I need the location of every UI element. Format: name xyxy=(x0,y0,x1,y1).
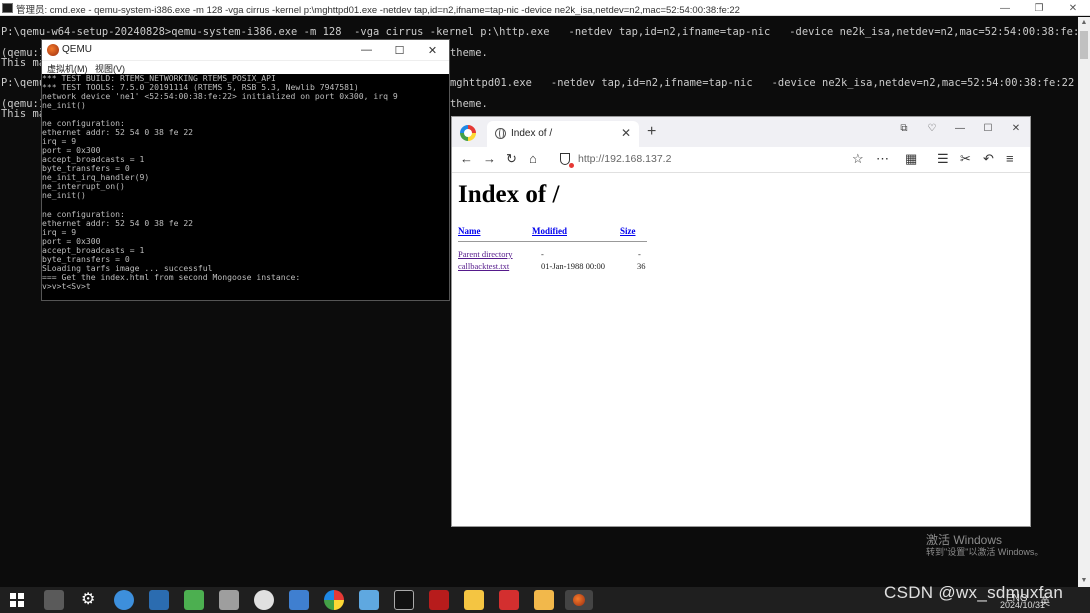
browser-tabbar: Index of / ✕ + ⧉ ♡ — ☐ ✕ xyxy=(452,117,1030,147)
browser-logo-icon[interactable] xyxy=(460,125,476,141)
row-modified: 01-Jan-1988 00:00 xyxy=(541,261,605,271)
undo-icon[interactable]: ↶ xyxy=(983,151,994,167)
cmd-line: P:\qemu-w64-setup-20240828>qemu-system-i… xyxy=(1,26,1090,38)
activation-watermark-subtitle: 转到"设置"以激活 Windows。 xyxy=(926,547,1044,557)
column-size-header[interactable]: Size xyxy=(620,226,636,236)
browser-taskbar-icon[interactable] xyxy=(324,590,344,610)
tab-label: Index of / xyxy=(511,128,553,139)
chat-app-icon[interactable] xyxy=(219,590,239,610)
forward-icon[interactable]: → xyxy=(483,151,496,167)
tab-index[interactable]: Index of / ✕ xyxy=(487,121,639,147)
qemu-taskbar-icon[interactable] xyxy=(565,590,593,610)
editor-app-icon[interactable] xyxy=(184,590,204,610)
cmd-line: P:\qemu xyxy=(1,77,46,89)
yellow-app-icon[interactable] xyxy=(464,590,484,610)
browser-toolbar: ← → ↻ ⌂ http://192.168.137.2 ☆ ⋯ ▦ ☰ ✂ ↶… xyxy=(452,147,1030,173)
browser-minimize-button[interactable]: — xyxy=(946,117,974,139)
console-line: network device 'ne1' <52:54:00:38:fe:22>… xyxy=(42,91,398,101)
tab-count-icon[interactable]: ⧉ xyxy=(890,117,918,139)
cmd-line: This ma xyxy=(1,108,46,120)
home-icon[interactable]: ⌂ xyxy=(529,151,537,167)
bookmark-star-icon[interactable]: ☆ xyxy=(852,151,864,167)
row-modified: - xyxy=(541,249,544,259)
minimize-button[interactable]: — xyxy=(988,0,1022,16)
folder-icon[interactable] xyxy=(534,590,554,610)
console-line: ne_init() xyxy=(42,190,86,200)
page-content: Index of / Name Modified Size Parent dir… xyxy=(452,174,1030,526)
header-divider xyxy=(458,241,647,242)
insecure-shield-icon[interactable] xyxy=(560,153,574,168)
start-windows-icon[interactable] xyxy=(10,593,24,607)
console-line: v>v>t<Sv>t xyxy=(42,281,91,291)
row-size: 36 xyxy=(637,261,646,271)
scroll-up-icon[interactable]: ▲ xyxy=(1078,17,1090,29)
mail-app-icon[interactable] xyxy=(359,590,379,610)
qemu-screen[interactable]: *** TEST BUILD: RTEMS_NETWORKING RTEMS_P… xyxy=(42,74,449,300)
globe-icon xyxy=(495,128,506,139)
qemu-logo-icon xyxy=(47,44,59,56)
extensions-grid-icon[interactable]: ▦ xyxy=(905,151,917,167)
settings-gear-icon[interactable]: ⚙ xyxy=(79,590,99,610)
qemu-menubar: 虚拟机(M) 视图(V) xyxy=(42,60,449,74)
cmd-line-fragment: mghttpd01.exe -netdev tap,id=n2,ifname=t… xyxy=(450,77,1075,89)
new-tab-button[interactable]: + xyxy=(647,123,656,141)
cmd-line-fragment: theme. xyxy=(450,47,488,59)
reload-icon[interactable]: ↻ xyxy=(506,151,517,167)
media-app-icon[interactable] xyxy=(254,590,274,610)
qemu-window[interactable]: QEMU — ☐ ✕ 虚拟机(M) 视图(V) *** TEST BUILD: … xyxy=(41,39,450,301)
maximize-button[interactable]: ❐ xyxy=(1022,0,1056,16)
cmd-line-fragment: theme. xyxy=(450,98,488,110)
column-name-header[interactable]: Name xyxy=(458,226,481,236)
qemu-close-button[interactable]: ✕ xyxy=(416,40,449,60)
browser-window[interactable]: Index of / ✕ + ⧉ ♡ — ☐ ✕ ← → ↻ ⌂ http://… xyxy=(451,116,1031,527)
browser-maximize-button[interactable]: ☐ xyxy=(974,117,1002,139)
shirt-icon[interactable]: ♡ xyxy=(918,117,946,139)
cmd-icon xyxy=(2,3,13,13)
parent-directory-link[interactable]: Parent directory xyxy=(458,249,513,259)
browser-close-button[interactable]: ✕ xyxy=(1002,117,1030,139)
menu-icon[interactable]: ≡ xyxy=(1006,151,1014,167)
browser-app-icon[interactable] xyxy=(114,590,134,610)
file-link-callbacktest[interactable]: callbacktest.txt xyxy=(458,261,509,271)
scroll-down-icon[interactable]: ▼ xyxy=(1078,575,1090,587)
qemu-maximize-button[interactable]: ☐ xyxy=(383,40,416,60)
calculator-icon[interactable] xyxy=(44,590,64,610)
back-icon[interactable]: ← xyxy=(460,151,473,167)
remote-desktop-icon[interactable] xyxy=(149,590,169,610)
qemu-title: QEMU xyxy=(62,44,92,55)
close-button[interactable]: ✕ xyxy=(1056,0,1090,16)
pen-app-icon[interactable] xyxy=(289,590,309,610)
column-modified-header[interactable]: Modified xyxy=(532,226,567,236)
terminal-app-icon[interactable] xyxy=(394,590,414,610)
cmd-line: This ma xyxy=(1,57,46,69)
more-icon[interactable]: ⋯ xyxy=(876,151,889,167)
tab-close-icon[interactable]: ✕ xyxy=(621,126,631,140)
cmd-titlebar: 管理员: cmd.exe - qemu-system-i386.exe -m 1… xyxy=(0,0,1090,16)
qemu-minimize-button[interactable]: — xyxy=(350,40,383,60)
csdn-watermark: CSDN @wx_sdmuxfan xyxy=(884,583,1064,602)
screenshot-scissors-icon[interactable]: ✂ xyxy=(960,151,971,167)
qemu-titlebar[interactable]: QEMU — ☐ ✕ xyxy=(42,40,449,60)
address-bar[interactable]: http://192.168.137.2 xyxy=(578,153,671,165)
console-line: ne_init() xyxy=(42,100,86,110)
favorites-icon[interactable]: ☰ xyxy=(937,151,949,167)
cmd-scrollbar[interactable]: ▲ ▼ xyxy=(1078,17,1090,587)
scroll-thumb[interactable] xyxy=(1080,31,1088,59)
document-app-icon[interactable] xyxy=(499,590,519,610)
cmd-window-title: 管理员: cmd.exe - qemu-system-i386.exe -m 1… xyxy=(16,5,740,16)
row-size: - xyxy=(638,249,641,259)
red-app-icon[interactable] xyxy=(429,590,449,610)
page-title: Index of / xyxy=(458,181,560,208)
